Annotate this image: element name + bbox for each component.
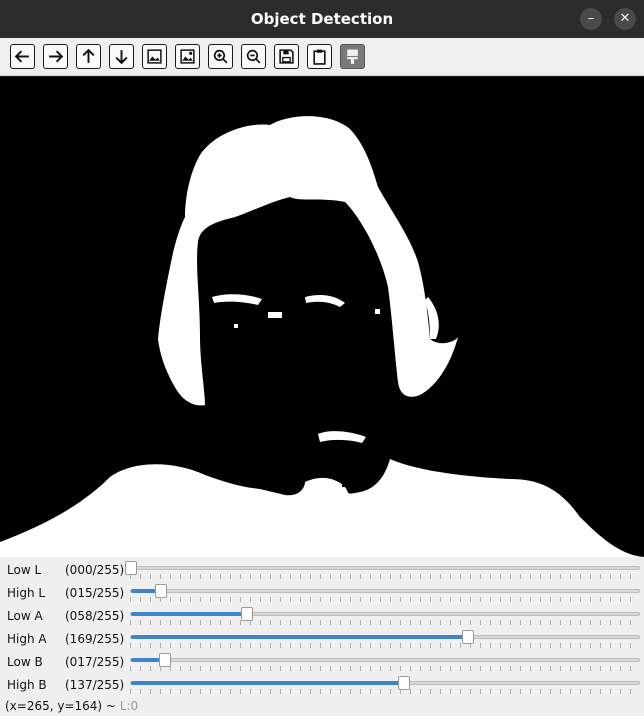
slider-track[interactable] [130,676,640,690]
clipboard-icon [313,49,326,65]
slider-value: (000/255) [65,563,125,577]
slider-row-low-b: Low B (017/255) [0,651,644,674]
slider-ticks [130,666,640,671]
slider-label: High A [7,632,47,646]
slider-label: High L [7,586,46,600]
window-title: Object Detection [250,10,394,28]
slider-track[interactable] [130,607,640,621]
slider-row-low-l: Low L (000/255) [0,559,644,582]
channel-value: L:0 [119,699,139,713]
slider-value: (137/255) [65,678,125,692]
zoom-out-icon [246,49,261,64]
arrow-left-icon [14,50,29,63]
slider-ticks [130,689,640,694]
slider-handle[interactable] [154,584,167,598]
slider-track[interactable] [130,630,640,644]
image-settings-icon [180,49,195,64]
slider-ticks [130,574,640,579]
slider-track[interactable] [130,584,640,598]
slider-fill [131,681,404,685]
properties-button[interactable] [340,44,365,69]
slider-label: Low L [7,563,42,577]
slider-handle[interactable] [240,607,253,621]
minimize-button[interactable]: – [580,8,602,30]
slider-row-low-a: Low A (058/255) [0,605,644,628]
pan-left-button[interactable] [10,44,35,69]
copy-to-clipboard-button[interactable] [307,44,332,69]
slider-fill [131,612,247,616]
slider-row-high-b: High B (137/255) [0,674,644,697]
brush-icon [347,49,358,64]
arrow-up-icon [82,48,95,63]
arrow-right-icon [49,50,64,63]
toolbar [0,38,644,76]
save-icon [279,49,294,64]
slider-ticks [130,643,640,648]
slider-track[interactable] [130,653,640,667]
zoom-out-button[interactable] [241,44,266,69]
zoom-in-icon [213,49,228,64]
status-bar: (x=265, y=164) ~ L:0 [5,699,138,713]
slider-handle[interactable] [158,653,171,667]
slider-row-high-l: High L (015/255) [0,582,644,605]
slider-track[interactable] [125,561,640,575]
pan-right-button[interactable] [43,44,68,69]
image-canvas[interactable] [0,77,644,557]
mask-image [0,77,644,557]
slider-label: Low B [7,655,43,669]
threshold-controls: Low L (000/255) High L (015/255) Low A (… [0,557,644,716]
pan-down-button[interactable] [109,44,134,69]
slider-value: (169/255) [65,632,125,646]
slider-fill [131,635,468,639]
arrow-down-icon [115,50,128,65]
slider-ticks [130,620,640,625]
slider-value: (017/255) [65,655,125,669]
slider-handle[interactable] [397,676,410,690]
slider-value: (058/255) [65,609,125,623]
slider-value: (015/255) [65,586,125,600]
pan-up-button[interactable] [76,44,101,69]
save-button[interactable] [274,44,299,69]
slider-handle[interactable] [125,561,137,575]
zoom-fit-button[interactable] [142,44,167,69]
slider-row-high-a: High A (169/255) [0,628,644,651]
slider-label: High B [7,678,47,692]
window-titlebar: Object Detection – ✕ [0,0,644,38]
cursor-coordinates: (x=265, y=164) ~ [5,699,116,713]
slider-ticks [130,597,640,602]
image-icon [147,49,162,64]
close-button[interactable]: ✕ [614,8,636,30]
slider-handle[interactable] [461,630,474,644]
zoom-in-button[interactable] [208,44,233,69]
image-properties-button[interactable] [175,44,200,69]
slider-label: Low A [7,609,43,623]
